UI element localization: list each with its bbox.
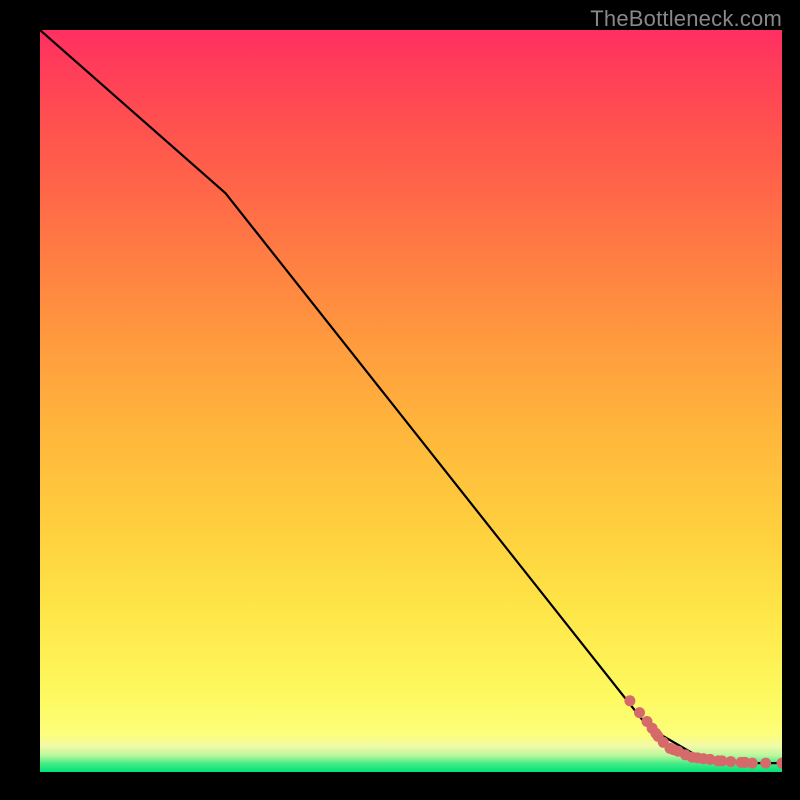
plot-area <box>40 30 782 772</box>
scatter-point <box>777 758 783 769</box>
watermark-text: TheBottleneck.com <box>590 6 782 32</box>
chart-overlay <box>40 30 782 772</box>
chart-frame: TheBottleneck.com <box>0 0 800 800</box>
curve-line <box>40 30 782 763</box>
scatter-point <box>725 756 736 767</box>
scatter-point <box>747 758 758 769</box>
scatter-point <box>760 758 771 769</box>
tail-scatter <box>624 695 782 768</box>
scatter-point <box>624 695 635 706</box>
scatter-point <box>634 707 645 718</box>
